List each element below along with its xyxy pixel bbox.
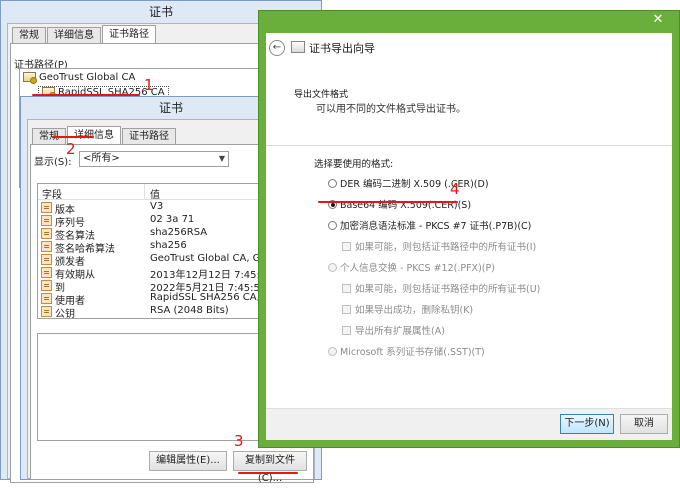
- wizard-header: ← 证书导出向导: [266, 33, 672, 63]
- close-icon[interactable]: ✕: [643, 11, 673, 29]
- radio-label: 个人信息交换 - PKCS #12(.PFX)(P): [340, 263, 495, 274]
- column-value[interactable]: 值: [150, 186, 160, 201]
- checkbox-label: 如果导出成功，删除私钥(K): [355, 305, 474, 316]
- select-format-label: 选择要使用的格式:: [314, 159, 394, 170]
- field-icon: [41, 215, 52, 226]
- checkbox-include-all-pfx[interactable]: 如果可能，则包括证书路径中的所有证书(U): [342, 281, 540, 295]
- field-icon: [41, 306, 52, 317]
- copy-to-file-button[interactable]: 复制到文件(C)...: [233, 451, 307, 484]
- row-value: sha256: [150, 240, 187, 251]
- field-icon: [41, 228, 52, 239]
- edit-properties-button[interactable]: 编辑属性(E)...: [149, 451, 227, 471]
- wizard-body: 选择要使用的格式: DER 编码二进制 X.509 (.CER)(D) Base…: [266, 146, 672, 416]
- checkbox-label: 如果可能，则包括证书路径中的所有证书(U): [355, 284, 541, 295]
- row-value: V3: [150, 201, 164, 212]
- chevron-down-icon: ▼: [218, 154, 225, 163]
- annotation-number: 2: [66, 140, 76, 158]
- radio-sst[interactable]: Microsoft 系列证书存储(.SST)(T): [328, 344, 485, 358]
- tab-details[interactable]: 详细信息: [47, 27, 101, 44]
- export-wizard-window: ✕ ← 证书导出向导 导出文件格式 可以用不同的文件格式导出证书。 选择要使用的…: [258, 10, 680, 448]
- field-icon: [41, 202, 52, 213]
- column-divider: [144, 184, 145, 200]
- radio-button[interactable]: [328, 221, 337, 230]
- section-description: 可以用不同的文件格式导出证书。: [316, 104, 466, 115]
- radio-button[interactable]: [328, 347, 337, 356]
- row-value: sha256RSA: [150, 227, 208, 238]
- checkbox[interactable]: [342, 242, 351, 251]
- wizard-section-header: 导出文件格式 可以用不同的文件格式导出证书。: [266, 63, 672, 146]
- wizard-client: ← 证书导出向导 导出文件格式 可以用不同的文件格式导出证书。 选择要使用的格式…: [266, 33, 672, 440]
- field-icon: [41, 280, 52, 291]
- annotation-underline: [52, 136, 94, 138]
- checkbox-include-all-p7b[interactable]: 如果可能，则包括证书路径中的所有证书(I): [342, 239, 536, 253]
- annotation-underline: [32, 94, 140, 96]
- checkbox-delete-private-key[interactable]: 如果导出成功，删除私钥(K): [342, 302, 473, 316]
- show-select-value: <所有>: [83, 153, 120, 164]
- row-value: 02 3a 71: [150, 214, 195, 225]
- tree-item-root[interactable]: GeoTrust Global CA: [23, 72, 136, 84]
- back-arrow-icon[interactable]: ←: [269, 40, 285, 56]
- radio-der[interactable]: DER 编码二进制 X.509 (.CER)(D): [328, 176, 489, 190]
- column-field[interactable]: 字段: [42, 186, 62, 201]
- radio-button[interactable]: [328, 179, 337, 188]
- certificate-icon: [23, 72, 37, 84]
- tab-strip: 常规 详细信息 证书路径: [12, 25, 157, 44]
- section-title: 导出文件格式: [294, 90, 349, 100]
- radio-label: DER 编码二进制 X.509 (.CER)(D): [340, 179, 489, 190]
- row-value: RSA (2048 Bits): [150, 305, 229, 316]
- field-icon: [41, 241, 52, 252]
- radio-pkcs7[interactable]: 加密消息语法标准 - PKCS #7 证书(.P7B)(C): [328, 218, 531, 232]
- radio-label: 加密消息语法标准 - PKCS #7 证书(.P7B)(C): [340, 221, 532, 232]
- checkbox[interactable]: [342, 284, 351, 293]
- tab-cert-path[interactable]: 证书路径: [102, 25, 156, 44]
- tab-cert-path[interactable]: 证书路径: [122, 128, 176, 145]
- row-field: 公钥: [55, 309, 75, 319]
- next-button[interactable]: 下一步(N): [560, 414, 614, 434]
- certificate-icon: [291, 41, 305, 53]
- annotation-number: 1: [144, 76, 154, 94]
- field-icon: [41, 254, 52, 265]
- checkbox-label: 如果可能，则包括证书路径中的所有证书(I): [355, 242, 537, 253]
- show-select[interactable]: <所有> ▼: [79, 151, 229, 167]
- radio-label: Microsoft 系列证书存储(.SST)(T): [340, 347, 485, 358]
- radio-button[interactable]: [328, 263, 337, 272]
- annotation-number: 3: [234, 432, 244, 450]
- annotation-underline: [318, 201, 458, 203]
- annotation-number: 4: [450, 180, 460, 198]
- checkbox[interactable]: [342, 305, 351, 314]
- radio-pkcs12[interactable]: 个人信息交换 - PKCS #12(.PFX)(P): [328, 260, 495, 274]
- checkbox-label: 导出所有扩展属性(A): [355, 326, 445, 337]
- tree-item-label: GeoTrust Global CA: [39, 72, 136, 83]
- checkbox[interactable]: [342, 326, 351, 335]
- annotation-underline: [238, 472, 298, 474]
- field-icon: [41, 267, 52, 278]
- tab-general[interactable]: 常规: [12, 27, 46, 44]
- cancel-button[interactable]: 取消: [620, 414, 668, 434]
- checkbox-export-extended[interactable]: 导出所有扩展属性(A): [342, 323, 445, 337]
- field-icon: [41, 293, 52, 304]
- wizard-footer: 下一步(N) 取消: [266, 408, 672, 440]
- radio-base64[interactable]: Base64 编码 X.509(.CER)(S): [328, 197, 471, 211]
- wizard-title: 证书导出向导: [309, 42, 375, 55]
